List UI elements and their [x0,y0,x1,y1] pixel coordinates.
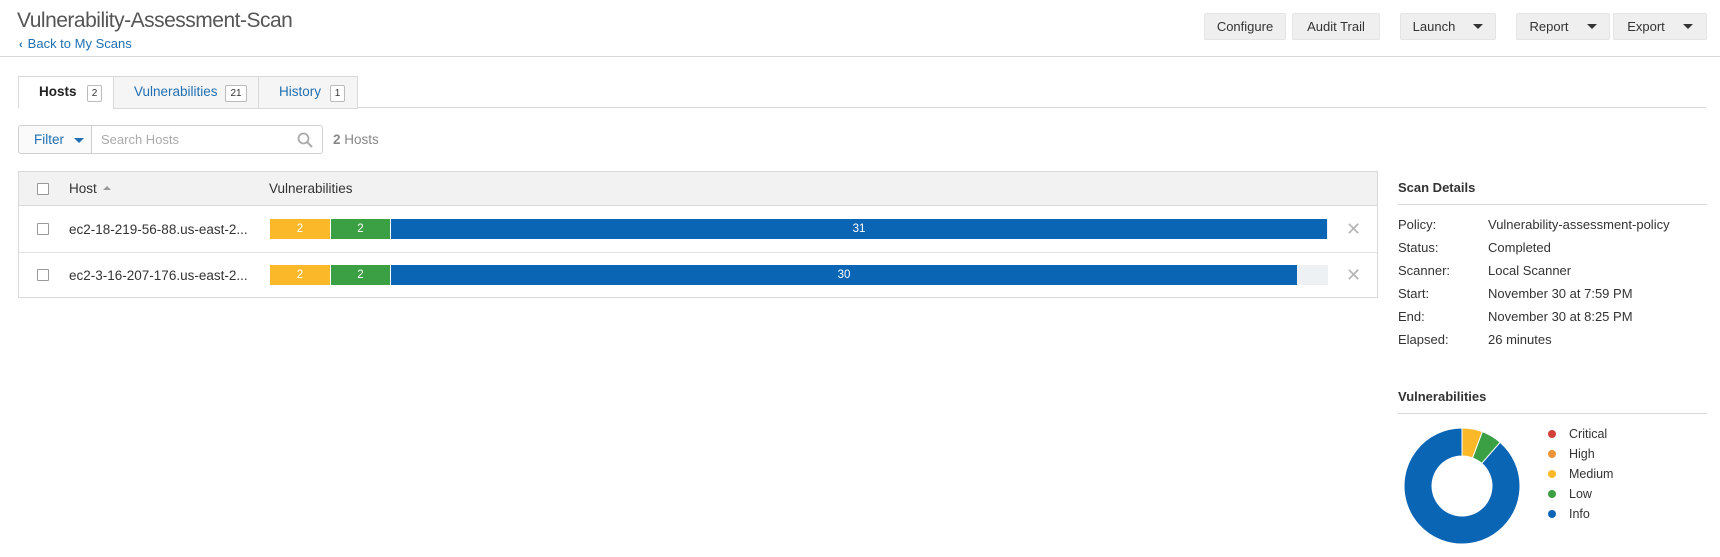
audit-trail-button[interactable]: Audit Trail [1292,13,1380,40]
donut-slice-info[interactable] [1403,427,1521,545]
host-count: 2 Hosts [333,132,379,147]
report-button[interactable]: Report [1516,13,1610,40]
vulnerability-bar[interactable]: 2 2 30 [270,265,1328,285]
filter-button-label: Filter [34,132,64,147]
select-all-checkbox[interactable] [37,183,49,195]
legend-label-low: Low [1569,487,1592,501]
host-count-label: Hosts [344,132,379,147]
tab-vulnerabilities-count: 21 [225,85,247,102]
filter-button[interactable]: Filter [18,125,92,154]
report-button-label: Report [1529,19,1569,34]
search-icon[interactable] [297,132,313,148]
bar-segment-info: 31 [390,219,1327,239]
caret-down-icon [74,138,84,143]
legend-dot-info [1548,510,1556,518]
legend-label-info: Info [1569,507,1590,521]
host-name[interactable]: ec2-18-219-56-88.us-east-2... [69,222,248,237]
scan-details-title: Scan Details [1398,180,1476,195]
elapsed-value: 26 minutes [1488,332,1552,347]
vulnerabilities-panel-title: Vulnerabilities [1398,389,1487,404]
table-header: Host Vulnerabilities [19,172,1377,206]
launch-button-label: Launch [1412,19,1456,34]
vulnerability-bar[interactable]: 2 2 31 [270,219,1328,239]
caret-down-icon [1473,24,1484,30]
host-name[interactable]: ec2-3-16-207-176.us-east-2... [69,268,248,283]
table-row[interactable]: ec2-3-16-207-176.us-east-2... 2 2 30 ✕ [19,253,1377,299]
bar-segment-low: 2 [330,219,390,239]
legend-dot-low [1548,490,1556,498]
back-to-scans-link[interactable]: ‹ Back to My Scans [19,36,132,51]
scanner-label: Scanner: [1398,263,1451,278]
status-value: Completed [1488,240,1551,255]
row-checkbox[interactable] [37,223,49,235]
caret-down-icon [1682,24,1693,30]
column-header-host[interactable]: Host [69,181,111,196]
column-host-label: Host [69,181,97,196]
caret-down-icon [1586,24,1597,30]
divider [1398,204,1707,205]
policy-value: Vulnerability-assessment-policy [1488,217,1670,232]
legend-dot-high [1548,450,1556,458]
configure-button[interactable]: Configure [1204,13,1286,40]
export-button-label: Export [1627,19,1665,34]
column-header-vulnerabilities: Vulnerabilities [269,181,353,196]
bar-segment-info: 30 [390,265,1297,285]
legend-dot-medium [1548,470,1556,478]
scanner-value: Local Scanner [1488,263,1572,278]
bar-segment-low: 2 [330,265,390,285]
search-input[interactable] [101,126,291,153]
tab-history[interactable]: History 1 [258,76,358,109]
sort-ascending-icon [102,185,111,190]
bar-segment-medium: 2 [270,219,330,239]
end-label: End: [1398,309,1425,324]
legend-item-info: Info [1548,507,1590,521]
back-link-label: Back to My Scans [27,36,132,51]
legend-label-medium: Medium [1569,467,1614,481]
tab-hosts-label: Hosts [39,84,77,99]
elapsed-label: Elapsed: [1398,332,1449,347]
tab-history-count: 1 [330,85,345,102]
row-checkbox[interactable] [37,269,49,281]
hosts-table: Host Vulnerabilities ec2-18-219-56-88.us… [18,171,1378,298]
legend-dot-critical [1548,430,1556,438]
legend-label-critical: Critical [1569,427,1608,441]
tab-history-label: History [279,84,322,99]
page-title: Vulnerability-Assessment-Scan [17,9,293,32]
policy-label: Policy: [1398,217,1437,232]
vulnerabilities-donut-chart[interactable] [1403,427,1521,545]
start-value: November 30 at 7:59 PM [1488,286,1633,301]
remove-host-icon[interactable]: ✕ [1346,220,1361,238]
tab-hosts-count: 2 [87,85,102,102]
end-value: November 30 at 8:25 PM [1488,309,1633,324]
legend-item-low: Low [1548,487,1592,501]
table-row[interactable]: ec2-18-219-56-88.us-east-2... 2 2 31 ✕ [19,207,1377,253]
legend-item-medium: Medium [1548,467,1613,481]
page-header: Vulnerability-Assessment-Scan ‹ Back to M… [0,0,1720,57]
chevron-left-icon: ‹ [19,39,23,51]
launch-button[interactable]: Launch [1400,13,1496,40]
tab-vulnerabilities[interactable]: Vulnerabilities 21 [113,76,259,109]
remove-host-icon[interactable]: ✕ [1346,266,1361,284]
divider [1398,413,1707,414]
status-label: Status: [1398,240,1439,255]
tab-bar: Hosts 2 Vulnerabilities 21 History 1 [18,76,1706,109]
tab-hosts[interactable]: Hosts 2 [18,76,114,109]
legend-item-critical: Critical [1548,427,1607,441]
host-count-number: 2 [333,132,341,147]
bar-segment-medium: 2 [270,265,330,285]
tab-vulnerabilities-label: Vulnerabilities [134,84,218,99]
start-label: Start: [1398,286,1430,301]
export-button[interactable]: Export [1613,13,1707,40]
legend-item-high: High [1548,447,1595,461]
search-box [91,125,323,154]
legend-label-high: High [1569,447,1595,461]
